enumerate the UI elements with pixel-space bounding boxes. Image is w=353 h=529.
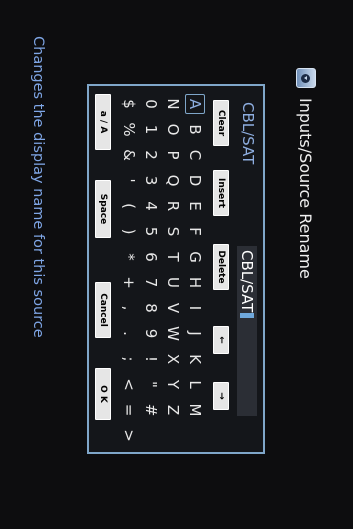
char-key[interactable]: L [185, 375, 205, 395]
current-source-label: CBL/SAT [239, 102, 257, 165]
keyboard-row: 0 1 2 3 4 5 6 7 8 9! " # [139, 94, 161, 449]
char-key[interactable]: ' [119, 171, 139, 191]
space-button[interactable]: Space [95, 180, 111, 238]
char-key[interactable]: . [119, 324, 139, 344]
char-key[interactable]: U [163, 273, 183, 293]
char-key[interactable]: ) [119, 222, 139, 242]
char-key[interactable]: 1 [141, 120, 161, 140]
clear-button[interactable]: Clear [213, 100, 229, 146]
name-input[interactable]: CBL/SAT [237, 246, 257, 416]
char-key[interactable]: 7 [141, 273, 161, 293]
char-key[interactable]: ( [119, 196, 139, 216]
char-key[interactable]: # [141, 400, 161, 420]
char-key[interactable]: > [119, 426, 139, 446]
char-key[interactable]: 8 [141, 298, 161, 318]
text-cursor [240, 313, 254, 319]
char-key[interactable]: 2 [141, 145, 161, 165]
char-key[interactable]: 0 [141, 94, 161, 114]
char-key[interactable]: 6 [141, 247, 161, 267]
char-key[interactable]: F [185, 222, 205, 242]
char-key[interactable]: T [163, 247, 183, 267]
char-key[interactable]: N [163, 94, 183, 114]
char-key[interactable]: + [119, 273, 139, 293]
char-key[interactable]: $ [119, 94, 139, 114]
keyboard-row: ABCDEFGHIJKLM [183, 94, 205, 449]
char-key[interactable]: Z [163, 400, 183, 420]
insert-button[interactable]: Insert [213, 170, 229, 216]
char-key[interactable]: * [119, 247, 139, 267]
keyboard-row: $% & ' () * +,.; < = > [117, 94, 139, 449]
char-key[interactable]: D [185, 171, 205, 191]
char-key[interactable]: H [185, 273, 205, 293]
char-key[interactable]: E [185, 196, 205, 216]
command-row: Clear Insert Delete ← → [211, 86, 229, 452]
page-title: Inputs/Source Rename [296, 98, 316, 279]
char-key[interactable]: % [119, 120, 139, 140]
char-key[interactable]: O [163, 120, 183, 140]
char-key[interactable]: ; [119, 349, 139, 369]
char-key[interactable]: S [163, 222, 183, 242]
char-key[interactable]: I [185, 298, 205, 318]
cursor-right-button[interactable]: → [213, 382, 229, 410]
char-key[interactable]: " [141, 375, 161, 395]
screen: Inputs/Source Rename CBL/SAT CBL/SAT Cle… [0, 0, 353, 529]
help-text: Changes the display name for this source [30, 36, 46, 338]
char-key[interactable]: J [185, 324, 205, 344]
char-key[interactable]: G [185, 247, 205, 267]
char-key[interactable]: Y [163, 375, 183, 395]
cancel-button[interactable]: Cancel [95, 282, 111, 338]
keyboard-row: NOPQRSTUVWXYZ [161, 94, 183, 449]
cursor-left-button[interactable]: ← [213, 326, 229, 354]
char-key[interactable]: 3 [141, 171, 161, 191]
rename-panel: CBL/SAT CBL/SAT Clear Insert Delete ← → … [87, 84, 265, 454]
char-key[interactable]: ! [141, 349, 161, 369]
case-toggle-button[interactable]: a / A [95, 94, 111, 150]
header: Inputs/Source Rename [295, 68, 317, 279]
char-key[interactable]: 5 [141, 222, 161, 242]
char-key[interactable]: & [119, 145, 139, 165]
char-key[interactable]: K [185, 349, 205, 369]
char-key[interactable]: = [119, 400, 139, 420]
char-key[interactable]: W [163, 324, 183, 344]
char-key[interactable]: V [163, 298, 183, 318]
char-key[interactable]: P [163, 145, 183, 165]
name-input-value: CBL/SAT [238, 250, 256, 313]
ok-button[interactable]: O K [95, 368, 111, 420]
input-source-icon [296, 68, 316, 88]
char-key[interactable]: , [119, 298, 139, 318]
char-key[interactable]: Q [163, 171, 183, 191]
char-key[interactable]: X [163, 349, 183, 369]
delete-button[interactable]: Delete [213, 244, 229, 290]
char-key[interactable]: R [163, 196, 183, 216]
char-key[interactable]: 9 [141, 324, 161, 344]
char-key[interactable]: < [119, 375, 139, 395]
char-key[interactable]: B [185, 120, 205, 140]
char-key[interactable]: C [185, 145, 205, 165]
char-key[interactable]: A [185, 94, 205, 114]
char-key[interactable]: 4 [141, 196, 161, 216]
char-key[interactable]: M [185, 400, 205, 420]
bottom-button-row: a / A Space Cancel O K [93, 86, 111, 452]
